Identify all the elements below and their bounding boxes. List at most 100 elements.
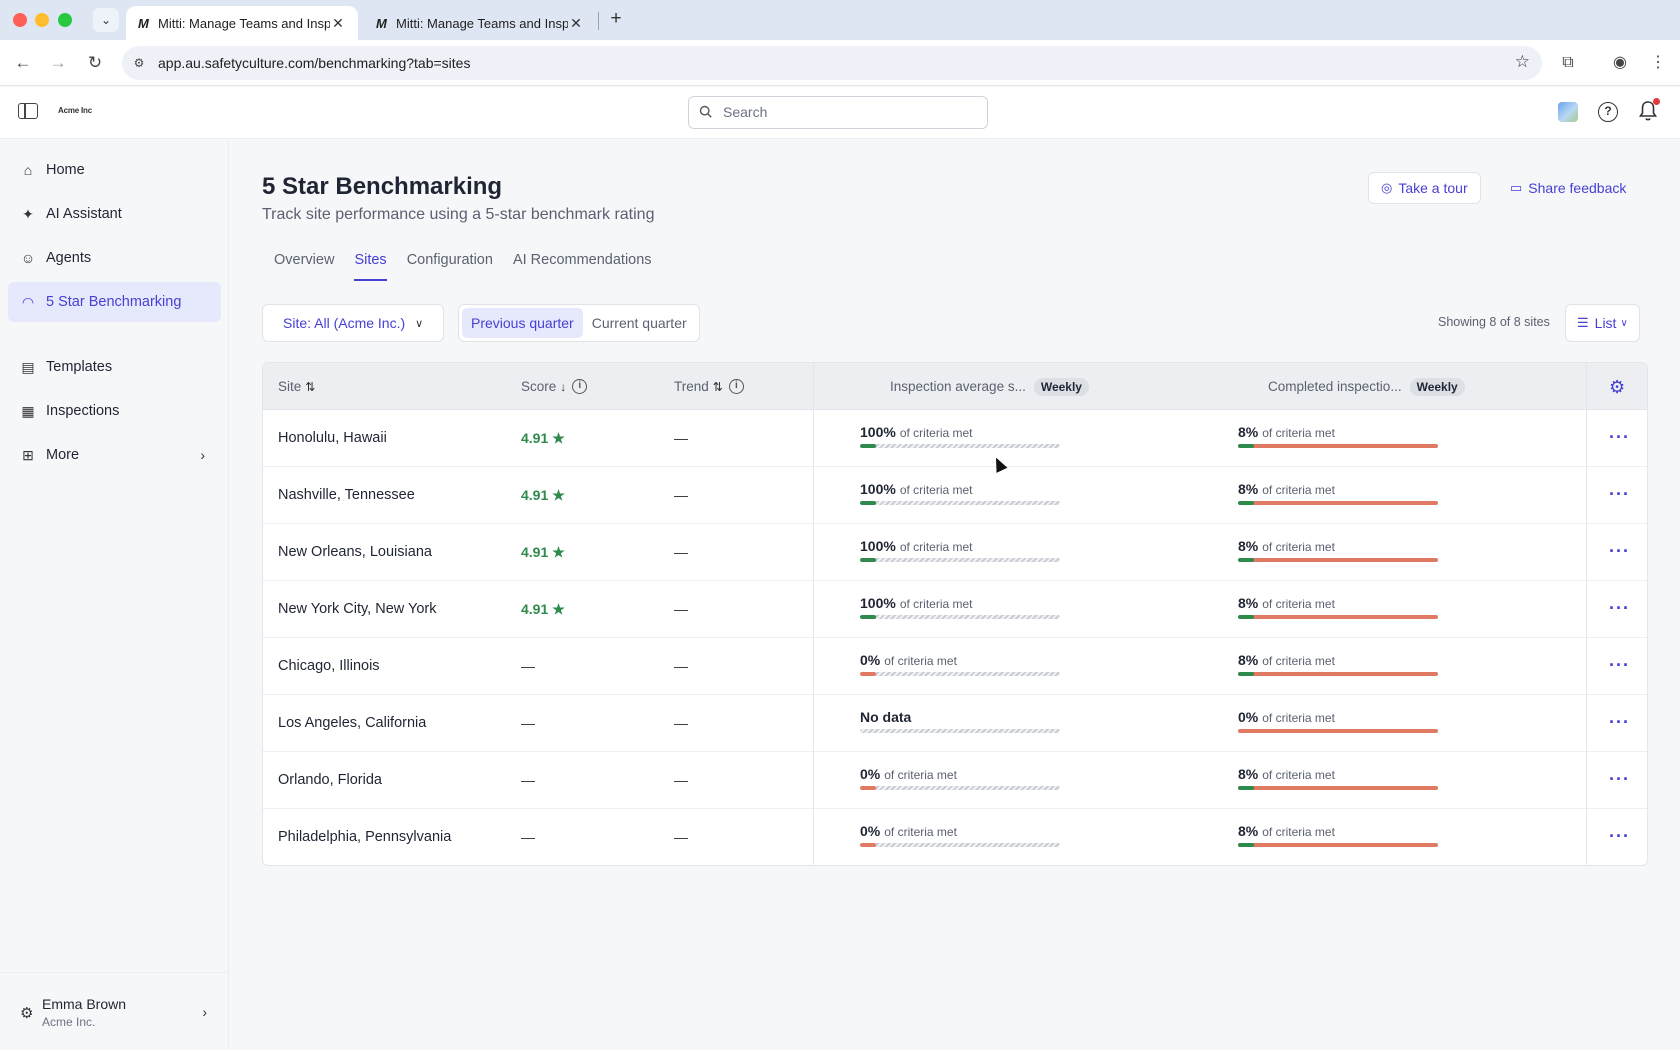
user-menu[interactable]: ⚙ Emma Brown Acme Inc. › [0,972,229,1050]
site-name[interactable]: New York City, New York [278,601,437,617]
sidebar-item-5-star-benchmarking[interactable]: ◠ 5 Star Benchmarking [8,282,221,322]
previous-quarter-button[interactable]: Previous quarter [462,308,583,338]
column-label: Completed inspectio... [1268,379,1402,394]
close-tab-icon[interactable]: ✕ [568,15,584,32]
row-more-options-icon[interactable]: ··· [1609,541,1630,562]
site-name[interactable]: Philadelphia, Pennsylvania [278,829,451,845]
sidebar-item-home[interactable]: ⌂ Home [8,150,221,190]
new-tab-plus-icon[interactable]: + [605,8,627,30]
table-row[interactable]: New Orleans, Louisiana 4.91 ★ —100% of crite… [263,524,1647,581]
sidebar-item-label: Templates [46,359,113,375]
site-name[interactable]: Honolulu, Hawaii [278,430,387,446]
sidebar-item-ai-assistant[interactable]: ✦ AI Assistant [8,194,221,234]
window-zoom-button[interactable] [58,13,72,27]
page-title: 5 Star Benchmarking [262,173,503,200]
forward-arrow-icon[interactable]: → [47,52,69,74]
metric-value: 8% [1238,424,1259,440]
view-mode-dropdown[interactable]: ☰ List ∨ [1565,304,1640,342]
column-inspection-average[interactable]: Inspection average s... Weekly [890,363,1089,410]
tab-overview[interactable]: Overview [274,251,334,281]
table-row[interactable]: Philadelphia, Pennsylvania — —0% of criteri… [263,809,1647,865]
share-feedback-label: Share feedback [1528,180,1627,196]
url-text[interactable]: app.au.safetyculture.com/benchmarking?ta… [158,55,470,71]
robot-icon: ☺ [20,250,36,266]
sidebar-item-label: AI Assistant [46,206,122,222]
profile-icon[interactable]: ◉ [1608,51,1632,75]
sparkle-icon: ✦ [22,206,34,222]
column-score[interactable]: Score ↓ i [521,363,588,410]
row-more-options-icon[interactable]: ··· [1609,598,1630,619]
bookmark-star-icon[interactable]: ☆ [1515,52,1530,72]
bar-fill [1238,444,1254,448]
row-more-options-icon[interactable]: ··· [1609,484,1630,505]
info-icon[interactable]: i [728,379,744,394]
browser-menu-icon[interactable]: ⋮ [1646,51,1670,75]
column-completed-inspections[interactable]: Completed inspectio... Weekly [1268,363,1465,410]
table-row[interactable]: Los Angeles, California — — No data 0% of cri… [263,695,1647,752]
sidebar-item-agents[interactable]: ☺ Agents [8,238,221,278]
metric-value: 8% [1238,538,1259,554]
bar-fill [860,615,876,619]
help-question-icon[interactable]: ? [1598,102,1618,122]
extensions-puzzle-icon[interactable]: ⧉ [1556,51,1580,75]
sidebar-item-inspections[interactable]: ▦ Inspections [8,391,221,431]
clipboard-icon: ▦ [21,403,35,419]
column-settings-gear-icon[interactable]: ⚙ [1609,377,1625,398]
info-icon[interactable]: i [572,379,588,394]
table-row[interactable]: Nashville, Tennessee 4.91 ★ —100% of criteri… [263,467,1647,524]
page-subtitle: Track site performance using a 5-star be… [262,206,655,223]
tab-search-chevron-icon[interactable]: ⌄ [93,8,119,32]
site-name[interactable]: Los Angeles, California [278,715,426,731]
address-bar[interactable]: ⚙ app.au.safetyculture.com/benchmarking?… [122,46,1542,80]
window-minimize-button[interactable] [35,13,49,27]
tab-configuration[interactable]: Configuration [407,251,493,281]
score-value: 4.91 [521,601,549,617]
back-arrow-icon[interactable]: ← [12,52,34,74]
take-tour-button[interactable]: ◎ Take a tour [1368,172,1481,204]
chevron-down-icon: ∨ [1620,317,1628,329]
row-more-options-icon[interactable]: ··· [1609,826,1630,847]
table-row[interactable]: Orlando, Florida — —0% of criteria met 8% of … [263,752,1647,809]
current-quarter-button[interactable]: Current quarter [583,308,696,338]
sidebar-item-templates[interactable]: ▤ Templates [8,347,221,387]
table-row[interactable]: Chicago, Illinois — —0% of criteria met 8% of… [263,638,1647,695]
row-more-options-icon[interactable]: ··· [1609,655,1630,676]
site-score: — [521,829,535,845]
site-info-icon[interactable]: ⚙ [130,54,148,72]
window-close-button[interactable] [13,13,27,27]
site-name[interactable]: Nashville, Tennessee [278,487,415,503]
row-more-options-icon[interactable]: ··· [1609,427,1630,448]
tab-ai-recommendations[interactable]: AI Recommendations [513,251,652,281]
search-box[interactable] [688,96,988,129]
browser-tab-active[interactable]: M Mitti: Manage Teams and Insp ✕ [126,6,358,40]
browser-tab[interactable]: M Mitti: Manage Teams and Insp ✕ [364,6,596,40]
sidebar-item-more[interactable]: ⊞ More › [8,435,221,475]
sidebar-toggle-icon[interactable] [18,103,38,119]
inspection-average-metric: 100% of criteria met [860,424,1062,448]
criteria-suffix: of criteria met [884,654,957,668]
column-site[interactable]: Site ⇅ [278,363,315,410]
column-trend[interactable]: Trend ⇅ i [674,363,744,410]
table-row[interactable]: Honolulu, Hawaii 4.91 ★ —100% of criteria me… [263,410,1647,467]
table-row[interactable]: New York City, New York 4.91 ★ —100% of crit… [263,581,1647,638]
sidebar-item-label: Inspections [46,403,120,419]
reload-icon[interactable]: ↻ [84,52,106,74]
take-tour-label: Take a tour [1398,180,1468,196]
sort-icon: ⇅ [305,379,316,394]
comment-icon: ▭ [1510,180,1523,195]
row-more-options-icon[interactable]: ··· [1609,712,1630,733]
site-trend: — [674,715,688,731]
row-more-options-icon[interactable]: ··· [1609,769,1630,790]
site-trend: — [674,487,688,503]
inspection-average-metric: 100% of criteria met [860,538,1062,562]
close-tab-icon[interactable]: ✕ [330,15,346,32]
site-name[interactable]: New Orleans, Louisiana [278,544,432,560]
share-feedback-button[interactable]: ▭ Share feedback [1502,172,1634,204]
tab-sites[interactable]: Sites [354,251,387,281]
site-filter-dropdown[interactable]: Site: All (Acme Inc.) ∨ [262,304,445,342]
site-name[interactable]: Chicago, Illinois [278,658,380,674]
site-name[interactable]: Orlando, Florida [278,772,382,788]
score-value: 4.91 [521,487,549,503]
app-image-icon[interactable] [1558,102,1578,122]
search-input[interactable] [723,104,973,120]
